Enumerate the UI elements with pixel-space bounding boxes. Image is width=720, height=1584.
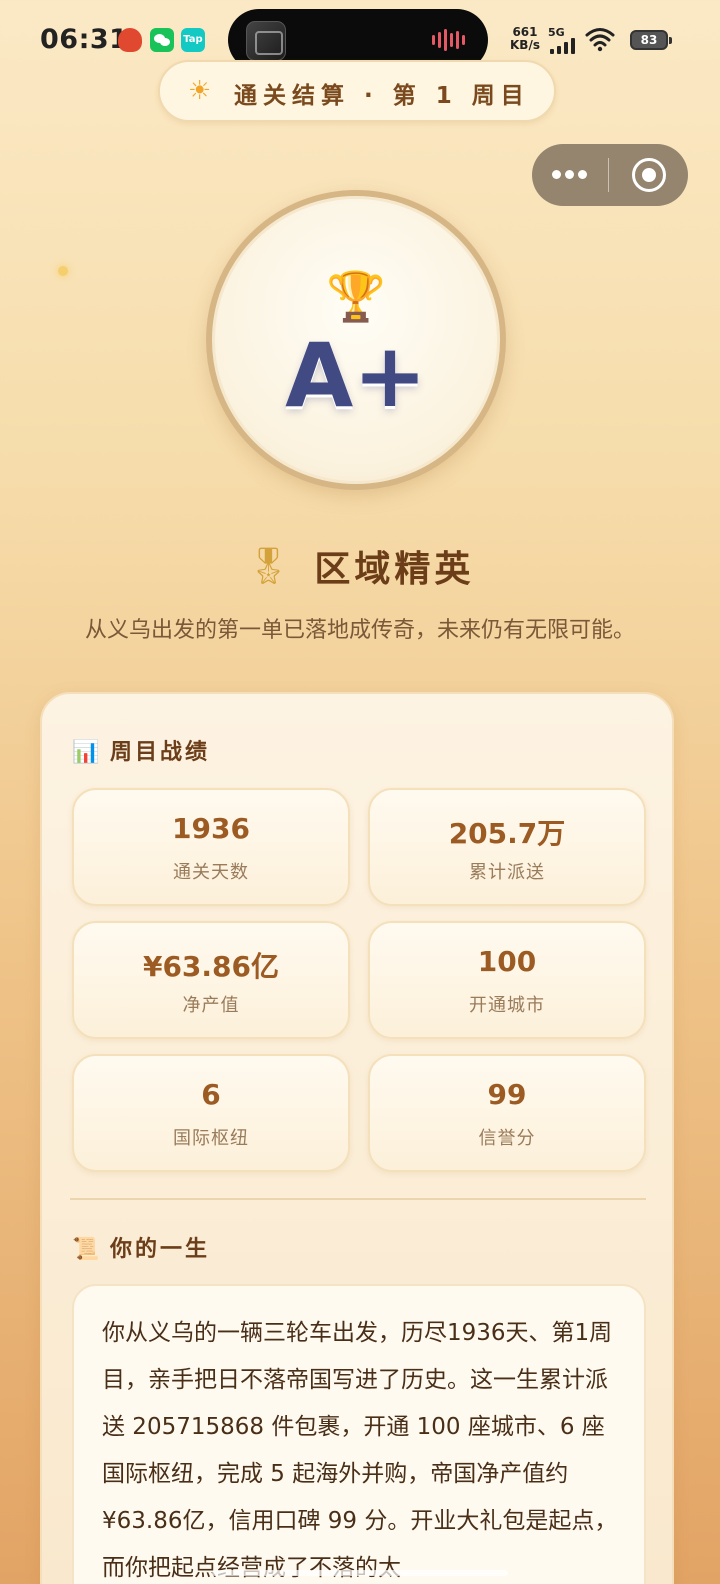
net-speed: 661 KB/s (510, 25, 540, 52)
status-time: 06:31 (40, 24, 129, 55)
battery-icon: 83 (630, 30, 672, 50)
scroll-icon: 📜 (72, 1237, 103, 1262)
close-target-icon[interactable] (632, 158, 666, 192)
results-card: 📊 周目战绩 1936 通关天数 205.7万 累计派送 ¥63.86亿 净产值 … (40, 692, 674, 1584)
wifi-icon (585, 28, 615, 52)
taptap-icon: Tap (181, 28, 205, 52)
life-heading: 📜 你的一生 (72, 1237, 211, 1262)
round-banner: ☀ 通关结算 · 第 1 周目 (158, 60, 556, 122)
trophy-icon: 🏆 (326, 269, 386, 325)
signal-icon (550, 38, 580, 54)
life-story-text: 你从义乌的一辆三轮车出发，历尽1936天、第1周目，亲手把日不落帝国写进了历史。… (102, 1320, 618, 1581)
stat-card-net-value: ¥63.86亿 净产值 (72, 921, 350, 1039)
more-dots-icon[interactable] (550, 161, 590, 189)
grade-text: A+ (285, 324, 427, 427)
rank-title-text: 区域精英 (314, 549, 475, 590)
miniprogram-capsule (532, 144, 688, 206)
audio-wave-icon (432, 35, 435, 45)
rank-title: 🎖 区域精英 (0, 540, 720, 592)
stat-card-deliveries: 205.7万 累计派送 (368, 788, 646, 906)
stat-card-credit: 99 信誉分 (368, 1054, 646, 1172)
life-story-box[interactable]: 你从义乌的一辆三轮车出发，历尽1936天、第1周目，亲手把日不落帝国写进了历史。… (72, 1284, 646, 1584)
sun-icon: ☀ (188, 76, 212, 106)
section-divider (70, 1198, 646, 1200)
capsule-divider (608, 158, 609, 192)
wechat-icon (150, 28, 174, 52)
media-thumbnail-icon (246, 21, 286, 61)
stat-card-cities: 100 开通城市 (368, 921, 646, 1039)
medal-icon: 🎖 (245, 546, 292, 587)
banner-title: 通关结算 · 第 1 周目 (234, 83, 530, 109)
home-indicator[interactable] (212, 1570, 508, 1576)
stat-card-days: 1936 通关天数 (72, 788, 350, 906)
sparkle-decoration (58, 266, 68, 276)
stats-heading: 📊 周目战绩 (72, 740, 211, 765)
game-app-icon (118, 28, 142, 52)
rank-subtitle: 从义乌出发的第一单已落地成传奇，未来仍有无限可能。 (84, 618, 635, 643)
stat-card-hubs: 6 国际枢纽 (72, 1054, 350, 1172)
bar-chart-icon: 📊 (72, 740, 103, 765)
grade-medal: 🏆 A+ (206, 190, 506, 490)
stats-grid: 1936 通关天数 205.7万 累计派送 ¥63.86亿 净产值 100 开通… (72, 788, 646, 1172)
